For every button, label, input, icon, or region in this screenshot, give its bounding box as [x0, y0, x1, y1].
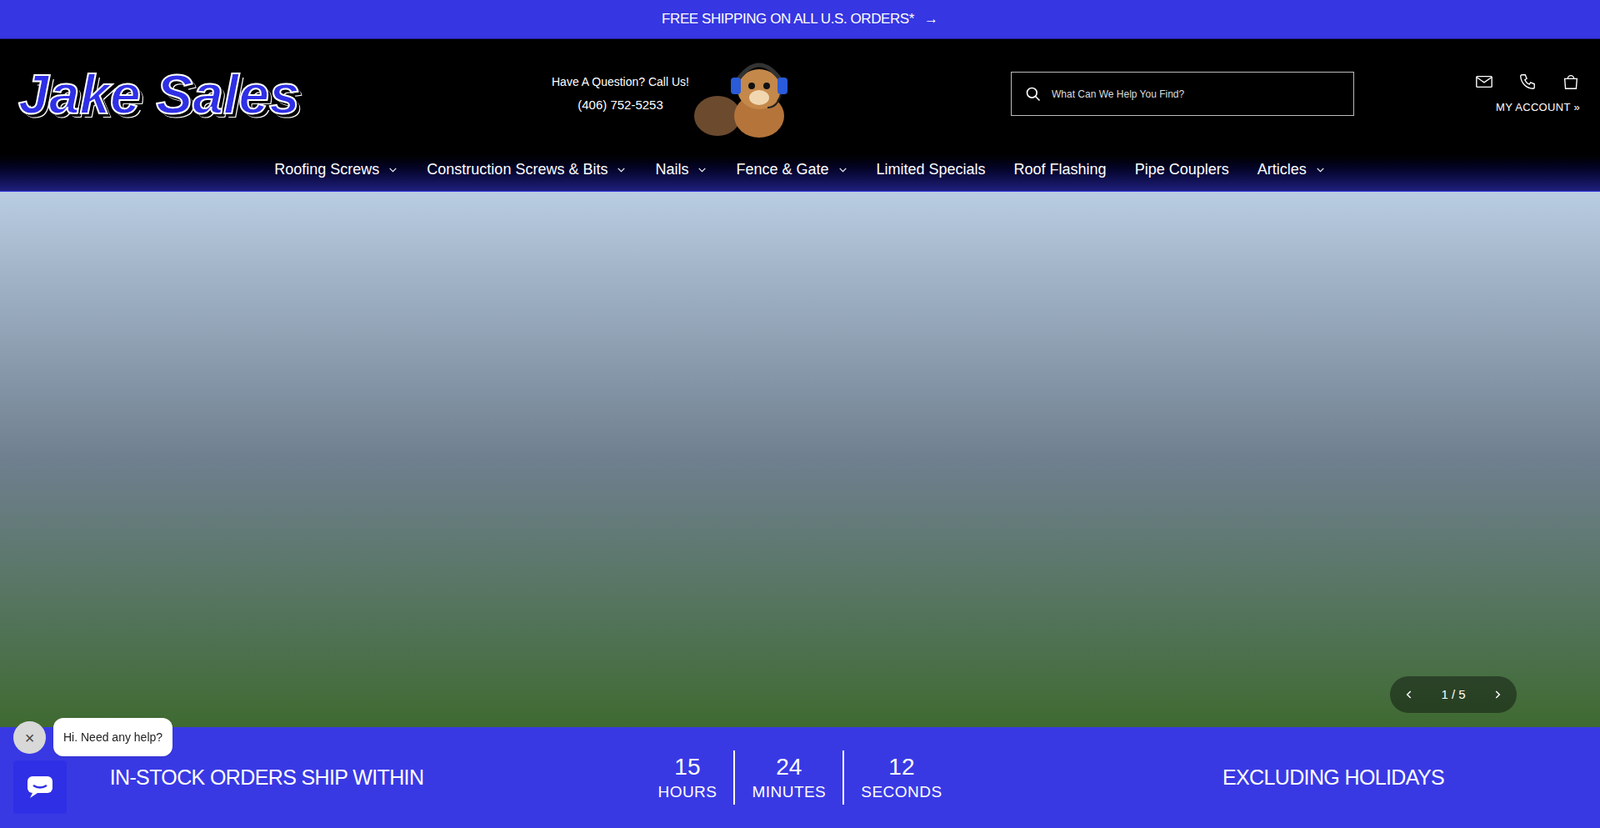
- chevron-down-icon[interactable]: [696, 164, 708, 175]
- countdown-unit: 15 HOURS: [640, 750, 735, 805]
- nav-item[interactable]: Pipe Couplers: [1135, 158, 1230, 181]
- countdown-value: 12: [888, 755, 915, 779]
- nav-label[interactable]: Limited Specials: [876, 158, 986, 181]
- search-box[interactable]: [1010, 71, 1355, 116]
- nav-label[interactable]: Roof Flashing: [1014, 158, 1107, 181]
- countdown-label: MINUTES: [751, 783, 826, 800]
- nav-label[interactable]: Construction Screws & Bits: [426, 158, 608, 181]
- countdown-note: EXCLUDING HOLIDAYS: [1222, 761, 1445, 794]
- countdown-label: SECONDS: [860, 783, 942, 800]
- countdown-bar: IN-STOCK ORDERS SHIP WITHIN 15 HOURS 24 MIN…: [0, 726, 1600, 828]
- squirrel-icon: [694, 49, 808, 139]
- cart-icon[interactable]: [1561, 72, 1580, 91]
- search-input[interactable]: [1051, 86, 1340, 102]
- countdown-label: HOURS: [657, 783, 717, 800]
- nav-item[interactable]: Construction Screws & Bits: [426, 158, 627, 181]
- announcement-bar[interactable]: FREE SHIPPING ON ALL U.S. ORDERS* →: [0, 0, 1600, 40]
- countdown-unit: 24 MINUTES: [735, 750, 845, 805]
- nav-label[interactable]: Fence & Gate: [735, 158, 829, 181]
- countdown-value: 15: [674, 755, 700, 779]
- phone-icon[interactable]: [1518, 72, 1537, 91]
- account-link[interactable]: MY ACCOUNT »: [1495, 99, 1580, 116]
- nav-label[interactable]: Nails: [655, 158, 689, 181]
- countdown-unit: 12 SECONDS: [844, 750, 959, 805]
- chevron-left-icon[interactable]: [1403, 688, 1415, 700]
- close-icon[interactable]: ×: [25, 729, 35, 746]
- search-icon[interactable]: [1025, 85, 1042, 103]
- nav-label[interactable]: Articles: [1257, 158, 1307, 181]
- header: Jake Sales Have A Question? Call Us! (40…: [0, 39, 1600, 149]
- chat-close-button[interactable]: ×: [13, 720, 46, 754]
- arrow-icon[interactable]: →: [924, 8, 939, 30]
- contact-prompt: Have A Question? Call Us!: [551, 73, 690, 91]
- nav-item[interactable]: Articles: [1257, 158, 1326, 181]
- nav-item[interactable]: Roof Flashing: [1014, 158, 1107, 181]
- nav-item[interactable]: Limited Specials: [876, 158, 986, 181]
- nav-label[interactable]: Roofing Screws: [274, 158, 380, 181]
- chevron-down-icon[interactable]: [837, 164, 849, 175]
- countdown-value: 24: [775, 755, 802, 779]
- chat-greeting: Hi. Need any help?: [63, 730, 163, 744]
- phone-number[interactable]: (406) 752-5253: [577, 95, 664, 115]
- main-nav: Roofing Screws Construction Screws & Bits…: [0, 148, 1600, 192]
- slide-counter: 1 / 5: [1440, 685, 1465, 705]
- chat-icon[interactable]: [25, 774, 55, 800]
- chevron-down-icon[interactable]: [615, 164, 627, 175]
- announcement-text[interactable]: FREE SHIPPING ON ALL U.S. ORDERS*: [661, 8, 915, 30]
- logo[interactable]: Jake Sales: [18, 66, 327, 122]
- nav-item[interactable]: Roofing Screws: [274, 158, 399, 181]
- mail-icon[interactable]: [1475, 72, 1494, 91]
- slider-control: 1 / 5: [1390, 675, 1517, 713]
- chevron-down-icon[interactable]: [387, 164, 399, 175]
- countdown-lead: IN-STOCK ORDERS SHIP WITHIN: [110, 761, 425, 794]
- nav-label[interactable]: Pipe Couplers: [1135, 158, 1230, 181]
- chat-button[interactable]: [13, 760, 67, 814]
- hero-banner[interactable]: 1 / 5: [0, 191, 1600, 727]
- chevron-down-icon[interactable]: [1315, 164, 1326, 175]
- chevron-right-icon[interactable]: [1491, 688, 1504, 700]
- nav-item[interactable]: Fence & Gate: [735, 158, 848, 181]
- nav-item[interactable]: Nails: [655, 158, 708, 181]
- chat-bubble[interactable]: Hi. Need any help?: [53, 717, 173, 756]
